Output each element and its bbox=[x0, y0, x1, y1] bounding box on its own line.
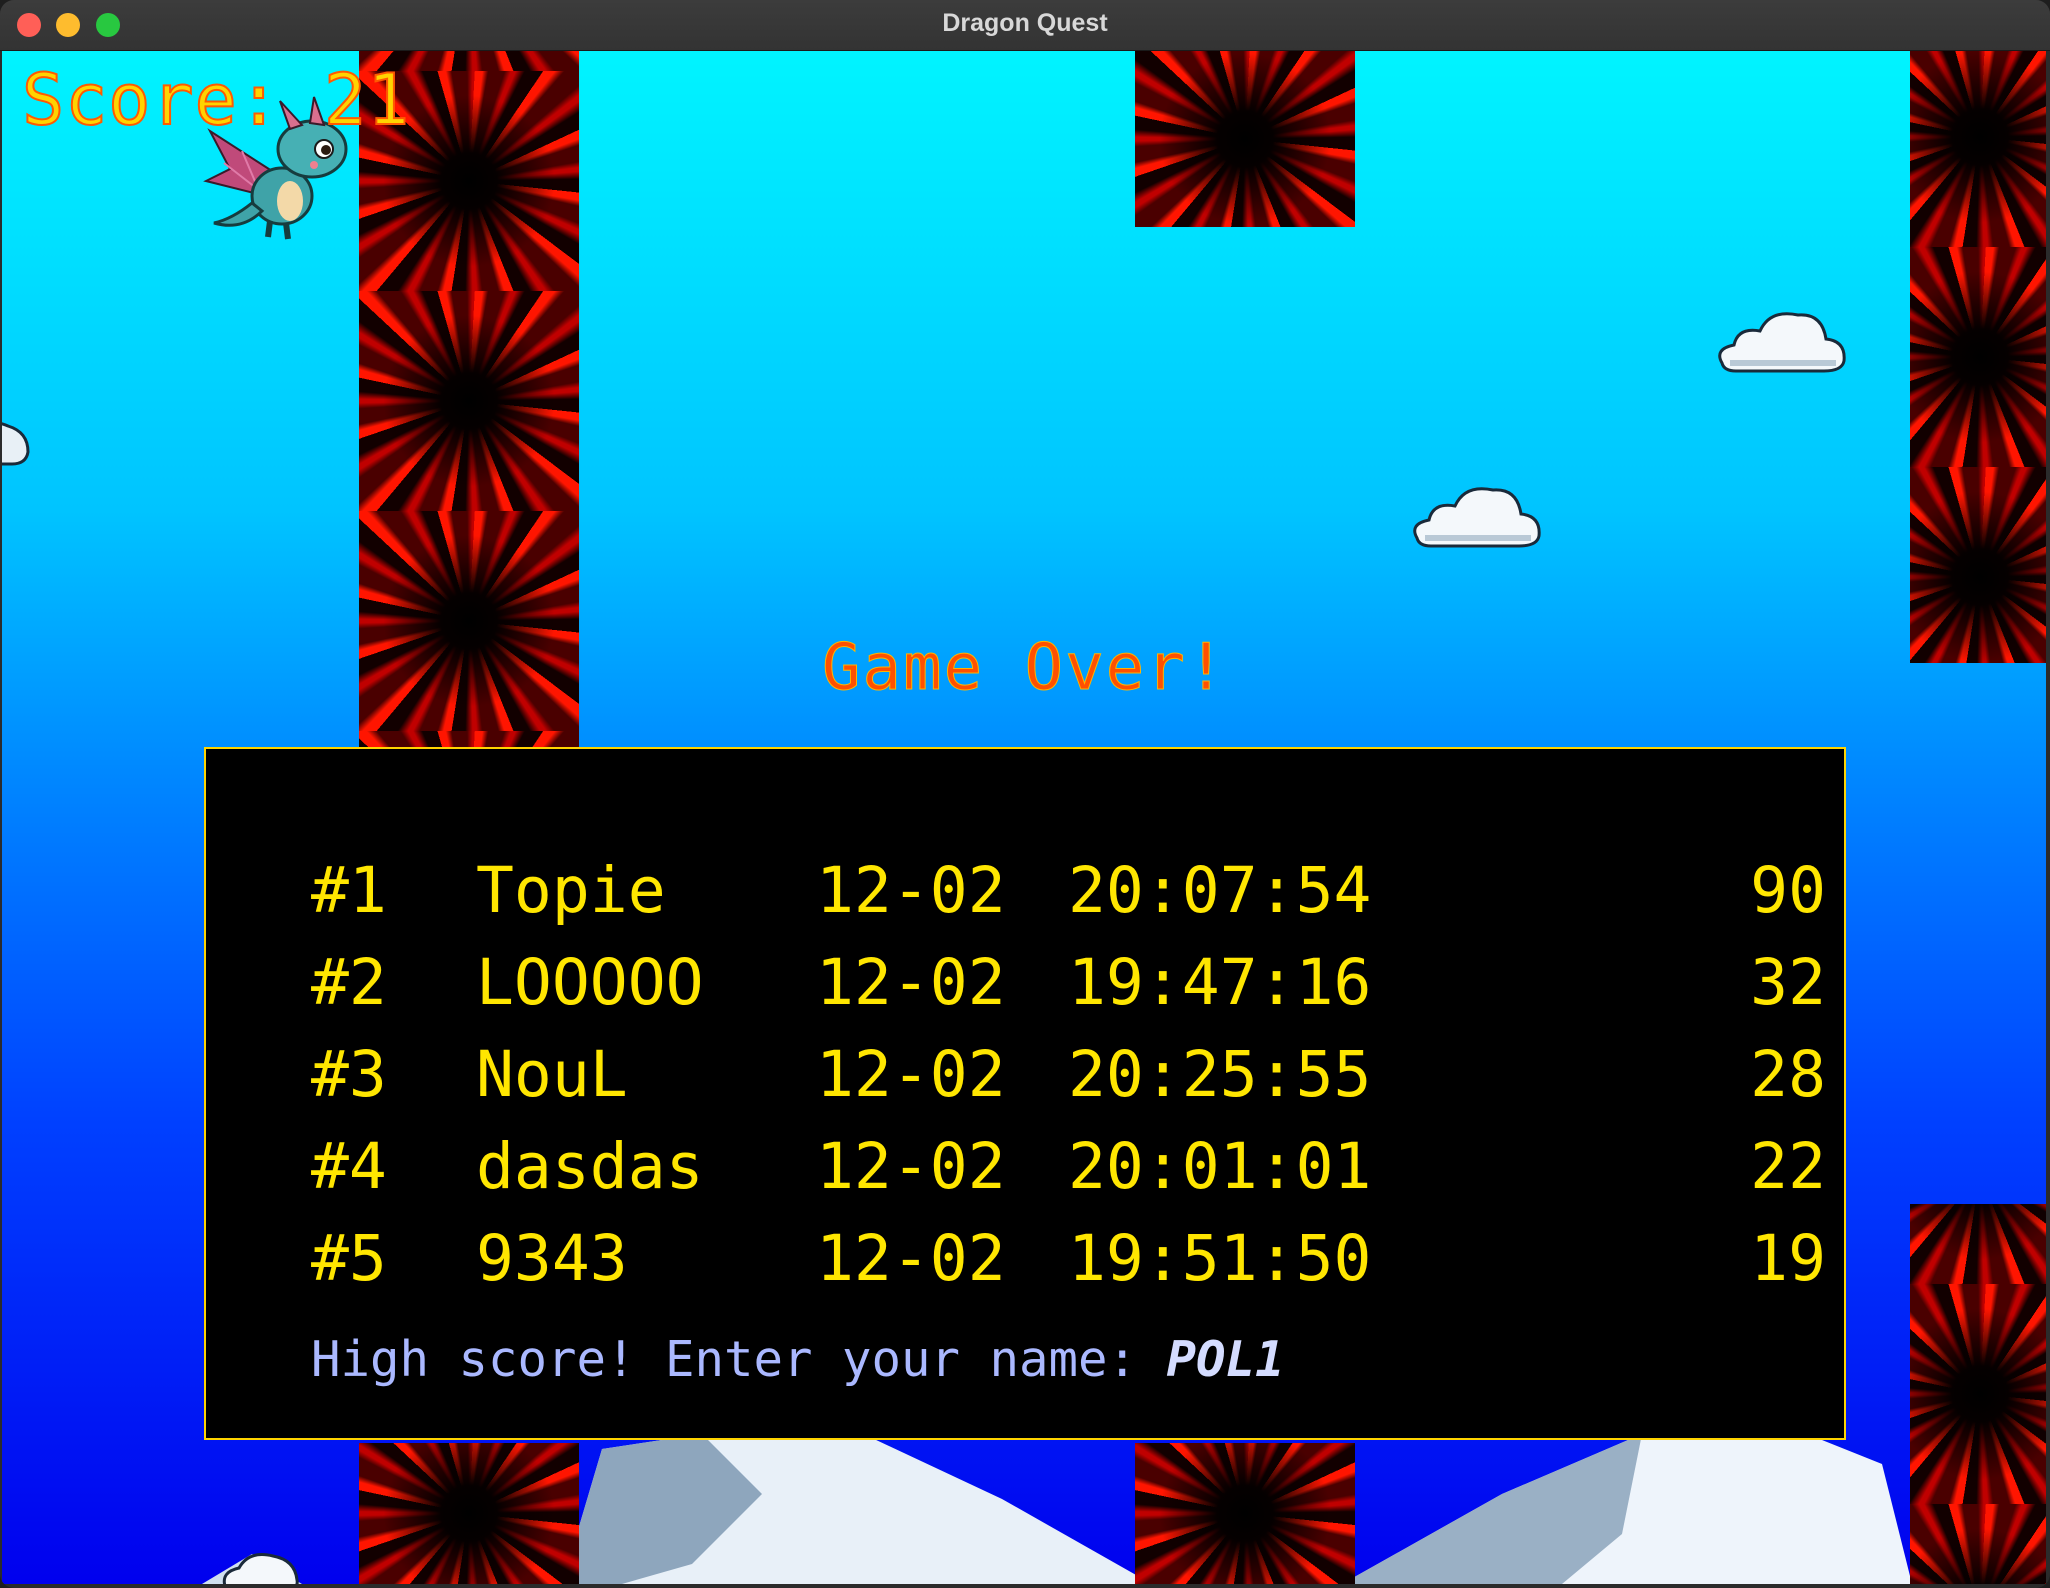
obstacle-pillar-top bbox=[1910, 51, 2046, 663]
rank-label: #1 bbox=[311, 854, 387, 927]
name-entry-prompt: High score! Enter your name: POL1 bbox=[311, 1331, 1285, 1388]
score-date: 12-02 bbox=[816, 1130, 1006, 1203]
score-value: 19 bbox=[1750, 1222, 1826, 1295]
obstacle-pillar-top bbox=[359, 51, 579, 751]
score-time: 20:01:01 bbox=[1068, 1130, 1372, 1203]
score-date: 12-02 bbox=[816, 1222, 1006, 1295]
rank-label: #3 bbox=[311, 1038, 387, 1111]
cloud-icon bbox=[1413, 487, 1541, 548]
score-time: 20:25:55 bbox=[1068, 1038, 1372, 1111]
score-value: 32 bbox=[1750, 946, 1826, 1019]
rank-label: #2 bbox=[311, 946, 387, 1019]
mountain-background bbox=[202, 1424, 1912, 1584]
leaderboard-panel: #1 Topie 12-02 20:07:54 90 #2 LOOOOO 12-… bbox=[204, 747, 1846, 1440]
score-date: 12-02 bbox=[816, 946, 1006, 1019]
score-display: Score: 21 bbox=[21, 58, 411, 142]
player-name: Topie bbox=[476, 854, 666, 927]
score-time: 20:07:54 bbox=[1068, 854, 1372, 927]
score-value: 28 bbox=[1750, 1038, 1826, 1111]
score-date: 12-02 bbox=[816, 1038, 1006, 1111]
title-bar: Dragon Quest bbox=[0, 0, 2050, 51]
game-over-text: Game Over! bbox=[821, 631, 1228, 706]
game-canvas[interactable]: Score: 21 Game Over! #1 Topie 12-02 20:0… bbox=[2, 51, 2046, 1584]
score-value: 90 bbox=[1750, 854, 1826, 927]
window-title: Dragon Quest bbox=[942, 9, 1108, 37]
score-value: 22 bbox=[1750, 1130, 1826, 1203]
rank-label: #4 bbox=[311, 1130, 387, 1203]
player-name: 9343 bbox=[476, 1222, 628, 1295]
score-time: 19:47:16 bbox=[1068, 946, 1372, 1019]
app-window: Dragon Quest Score: 21 Game Over! #1 Top… bbox=[0, 0, 2050, 1588]
prompt-label: High score! Enter your name: bbox=[311, 1331, 1167, 1388]
player-name: LOOOOO bbox=[476, 946, 704, 1019]
cloud-icon bbox=[222, 1553, 299, 1584]
obstacle-pillar-top bbox=[1135, 51, 1355, 227]
cloud-icon bbox=[1718, 312, 1846, 373]
obstacle-pillar-bottom bbox=[1135, 1443, 1355, 1584]
obstacle-pillar-bottom bbox=[359, 1443, 579, 1584]
obstacle-pillar-bottom bbox=[1910, 1204, 2046, 1584]
score-date: 12-02 bbox=[816, 854, 1006, 927]
rank-label: #5 bbox=[311, 1222, 387, 1295]
player-name: NouL bbox=[476, 1038, 628, 1111]
player-name: dasdas bbox=[476, 1130, 704, 1203]
cloud-icon bbox=[2, 422, 30, 466]
score-time: 19:51:50 bbox=[1068, 1222, 1372, 1295]
name-input[interactable]: POL1 bbox=[1167, 1331, 1285, 1388]
